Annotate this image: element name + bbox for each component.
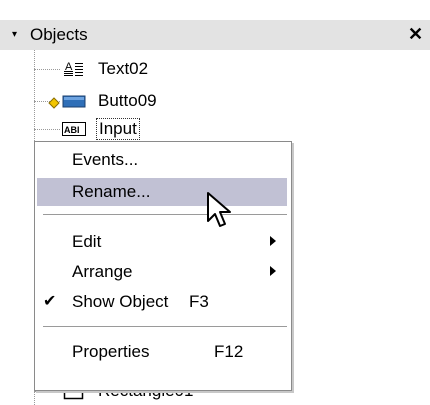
tree-item-text02[interactable]: A Text02 (34, 58, 234, 80)
menu-item-label: Properties (72, 342, 150, 361)
menu-separator (43, 326, 287, 327)
menu-item-arrange[interactable]: Arrange (37, 258, 287, 286)
tree-connector (34, 69, 60, 70)
tree-connector (34, 391, 60, 392)
tree-item-label: Butto09 (98, 91, 157, 110)
menu-item-label: Show Object (72, 292, 169, 311)
tree-item-label[interactable]: Input (96, 118, 140, 140)
tree-item-butto09[interactable]: Butto09 (34, 90, 234, 112)
menu-item-properties[interactable]: Properties F12 (37, 338, 287, 366)
close-icon[interactable]: ✕ (408, 25, 423, 43)
menu-item-events[interactable]: Events... (37, 146, 287, 174)
objects-panel: ▾ Objects ✕ A Text02 Butto09 ABI Input E… (0, 0, 430, 405)
submenu-arrow-icon (270, 266, 276, 276)
menu-separator (43, 214, 287, 215)
menu-item-rename[interactable]: Rename... (37, 178, 287, 206)
tree-item-label: Text02 (98, 59, 149, 78)
menu-item-label: Edit (72, 232, 102, 251)
menu-item-label: Arrange (72, 262, 133, 281)
panel-header: ▾ Objects ✕ (0, 20, 430, 50)
menu-item-shortcut: F12 (214, 342, 244, 361)
panel-title: Objects (30, 25, 88, 44)
collapse-toggle-icon[interactable]: ▾ (12, 27, 24, 43)
tree-connector (34, 129, 60, 130)
svg-text:ABI: ABI (64, 125, 80, 135)
menu-item-label: Rename... (72, 182, 151, 201)
input-field-icon: ABI (62, 120, 88, 138)
menu-item-shortcut: F3 (189, 292, 209, 311)
menu-item-show-object[interactable]: ✔ Show Object F3 (37, 288, 287, 316)
diamond-icon (48, 96, 60, 109)
tree-item-input[interactable]: ABI Input (34, 118, 234, 140)
submenu-arrow-icon (270, 236, 276, 246)
menu-item-label: Events... (72, 150, 139, 169)
mouse-pointer-icon (206, 191, 238, 231)
context-menu: Events... Rename... Edit Arrange ✔ Show … (34, 141, 292, 391)
checkmark-icon: ✔ (43, 293, 57, 310)
menu-item-edit[interactable]: Edit (37, 228, 287, 256)
text-object-icon: A (62, 60, 88, 78)
button-object-icon (62, 92, 88, 110)
